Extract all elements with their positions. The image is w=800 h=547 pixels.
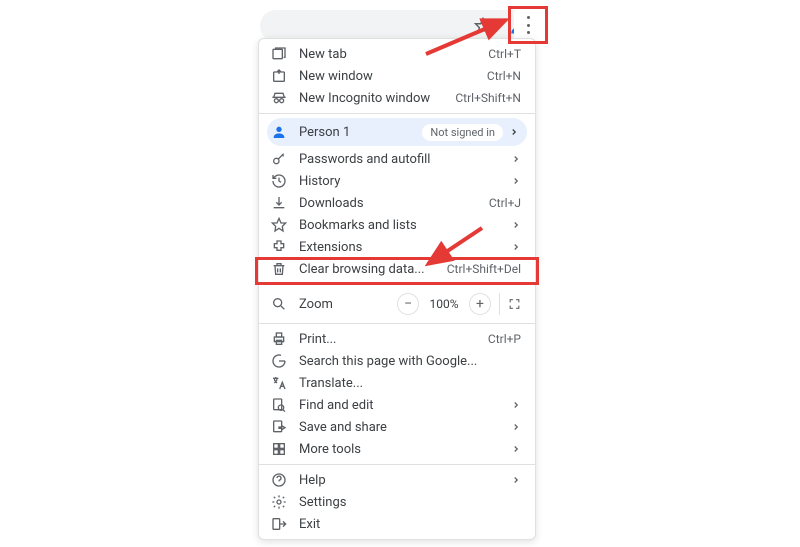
help-icon xyxy=(271,472,287,488)
key-icon xyxy=(271,151,287,167)
more-tools-icon xyxy=(271,441,287,457)
zoom-in-button[interactable]: + xyxy=(469,293,491,315)
chrome-main-menu: New tab Ctrl+T New window Ctrl+N New Inc… xyxy=(258,38,536,540)
menu-item-print[interactable]: Print... Ctrl+P xyxy=(259,328,535,350)
menu-label: More tools xyxy=(299,442,503,457)
menu-item-incognito[interactable]: New Incognito window Ctrl+Shift+N xyxy=(259,87,535,109)
star-icon xyxy=(271,217,287,233)
google-icon xyxy=(271,353,287,369)
chevron-right-icon xyxy=(511,220,521,230)
menu-label: Exit xyxy=(299,517,521,532)
profile-icon xyxy=(271,124,287,140)
kebab-menu-icon xyxy=(527,16,531,34)
menu-item-find-edit[interactable]: Find and edit xyxy=(259,394,535,416)
menu-label: Bookmarks and lists xyxy=(299,218,503,233)
menu-item-new-window[interactable]: New window Ctrl+N xyxy=(259,65,535,87)
menu-item-profile[interactable]: Person 1 Not signed in xyxy=(267,118,527,146)
menu-label: Print... xyxy=(299,332,480,347)
save-share-icon xyxy=(271,419,287,435)
profile-name: Person 1 xyxy=(299,125,416,140)
menu-label: Downloads xyxy=(299,196,481,211)
menu-accelerator: Ctrl+Shift+N xyxy=(455,91,521,105)
chevron-right-icon xyxy=(511,154,521,164)
menu-accelerator: Ctrl+N xyxy=(487,69,521,83)
menu-item-translate[interactable]: Translate... xyxy=(259,372,535,394)
menu-item-bookmarks[interactable]: Bookmarks and lists xyxy=(259,214,535,236)
menu-item-exit[interactable]: Exit xyxy=(259,513,535,535)
menu-separator xyxy=(259,323,535,324)
menu-label: Clear browsing data... xyxy=(299,262,439,277)
extensions-icon xyxy=(271,239,287,255)
zoom-percent: 100% xyxy=(427,297,461,311)
menu-item-more-tools[interactable]: More tools xyxy=(259,438,535,460)
menu-item-settings[interactable]: Settings xyxy=(259,491,535,513)
menu-label: Settings xyxy=(299,495,521,510)
chevron-right-icon xyxy=(511,475,521,485)
menu-item-clear-browsing-data[interactable]: Clear browsing data... Ctrl+Shift+Del xyxy=(259,258,535,280)
menu-item-extensions[interactable]: Extensions xyxy=(259,236,535,258)
new-window-icon xyxy=(271,68,287,84)
incognito-icon xyxy=(271,90,287,106)
chevron-right-icon xyxy=(511,422,521,432)
menu-separator xyxy=(259,464,535,465)
zoom-controls: − 100% + xyxy=(397,293,521,315)
menu-separator xyxy=(259,113,535,114)
menu-label: History xyxy=(299,174,503,189)
menu-item-search-page[interactable]: Search this page with Google... xyxy=(259,350,535,372)
menu-item-downloads[interactable]: Downloads Ctrl+J xyxy=(259,192,535,214)
menu-label: Help xyxy=(299,473,503,488)
history-icon xyxy=(271,173,287,189)
settings-icon xyxy=(271,494,287,510)
chevron-right-icon xyxy=(511,176,521,186)
chevron-right-icon xyxy=(511,242,521,252)
menu-label: Search this page with Google... xyxy=(299,354,521,369)
chevron-right-icon xyxy=(511,400,521,410)
menu-accelerator: Ctrl+T xyxy=(488,47,521,61)
fullscreen-button[interactable] xyxy=(499,293,521,315)
new-tab-icon xyxy=(271,46,287,62)
profile-status-badge: Not signed in xyxy=(422,124,503,141)
download-icon xyxy=(271,195,287,211)
menu-item-save-share[interactable]: Save and share xyxy=(259,416,535,438)
find-icon xyxy=(271,397,287,413)
menu-item-zoom: Zoom − 100% + xyxy=(259,289,535,319)
zoom-label: Zoom xyxy=(299,297,397,312)
print-icon xyxy=(271,331,287,347)
menu-label: Translate... xyxy=(299,376,521,391)
bookmark-star-icon[interactable] xyxy=(474,17,492,35)
chevron-right-icon xyxy=(509,127,519,137)
menu-accelerator: Ctrl+Shift+Del xyxy=(447,262,521,276)
menu-label: New Incognito window xyxy=(299,91,447,106)
chevron-right-icon xyxy=(511,444,521,454)
menu-item-history[interactable]: History xyxy=(259,170,535,192)
zoom-out-button[interactable]: − xyxy=(397,293,419,315)
menu-label: Passwords and autofill xyxy=(299,152,503,167)
menu-separator xyxy=(259,284,535,285)
menu-accelerator: Ctrl+P xyxy=(488,332,521,346)
menu-item-help[interactable]: Help xyxy=(259,469,535,491)
menu-label: New window xyxy=(299,69,479,84)
menu-label: Save and share xyxy=(299,420,503,435)
menu-item-new-tab[interactable]: New tab Ctrl+T xyxy=(259,43,535,65)
menu-accelerator: Ctrl+J xyxy=(489,196,521,210)
menu-label: Find and edit xyxy=(299,398,503,413)
kebab-menu-button[interactable] xyxy=(514,10,544,40)
zoom-icon xyxy=(271,296,287,312)
trash-icon xyxy=(271,261,287,277)
menu-label: New tab xyxy=(299,47,480,62)
translate-icon xyxy=(271,375,287,391)
menu-item-passwords[interactable]: Passwords and autofill xyxy=(259,148,535,170)
exit-icon xyxy=(271,516,287,532)
menu-label: Extensions xyxy=(299,240,503,255)
